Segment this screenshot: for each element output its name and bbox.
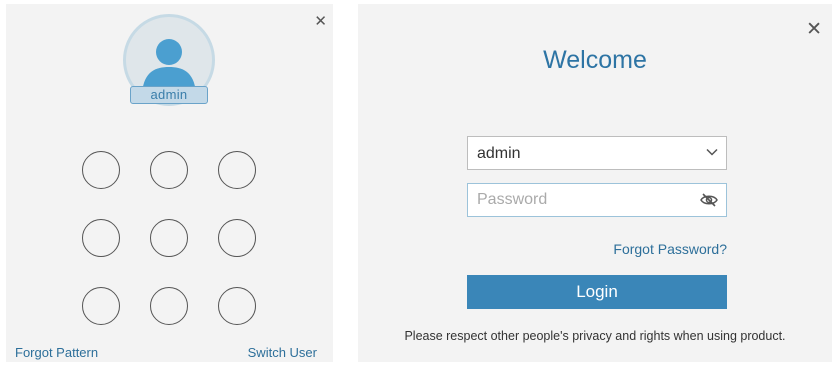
close-icon[interactable]: ✕: [314, 14, 327, 29]
pattern-dot[interactable]: [218, 219, 256, 257]
login-button[interactable]: Login: [467, 275, 727, 309]
password-field[interactable]: [467, 183, 727, 217]
username-select-value: admin: [477, 145, 521, 162]
close-icon[interactable]: ✕: [806, 20, 822, 39]
pattern-dot[interactable]: [82, 151, 120, 189]
forgot-password-link[interactable]: Forgot Password?: [613, 241, 727, 257]
privacy-notice: Please respect other people's privacy an…: [404, 329, 786, 343]
pattern-dot[interactable]: [82, 287, 120, 325]
password-login-panel: ✕ Welcome admin Forgot Password? Login P…: [358, 4, 832, 362]
page-title: Welcome: [543, 46, 647, 74]
switch-user-link[interactable]: Switch User: [248, 345, 317, 360]
username-select[interactable]: admin: [467, 136, 727, 170]
pattern-login-panel: ✕ admin Forgot Pattern Switch User: [6, 4, 333, 362]
screenshot: ✕ admin Forgot Pattern Switch User ✕ Wel…: [0, 0, 835, 366]
pattern-dot[interactable]: [218, 151, 256, 189]
pattern-dot[interactable]: [150, 219, 188, 257]
eye-slash-icon[interactable]: [700, 193, 718, 207]
avatar: admin: [123, 14, 215, 106]
username-label: admin: [130, 86, 208, 104]
pattern-dot[interactable]: [218, 287, 256, 325]
pattern-grid[interactable]: [82, 151, 258, 325]
chevron-down-icon: [706, 148, 718, 156]
pattern-dot[interactable]: [150, 287, 188, 325]
password-input[interactable]: [468, 184, 697, 216]
pattern-dot[interactable]: [150, 151, 188, 189]
pattern-dot[interactable]: [82, 219, 120, 257]
forgot-pattern-link[interactable]: Forgot Pattern: [15, 345, 98, 360]
